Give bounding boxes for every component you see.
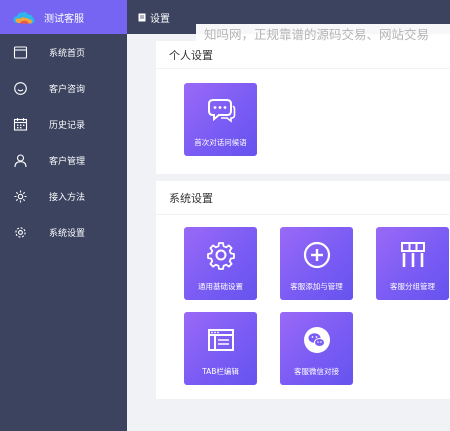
bookmark-icon <box>138 13 146 21</box>
columns-icon <box>398 240 428 270</box>
main-content: 个人设置 首次对话问候语 系统设置 通用基础设置 客服添加与管理 客服分组管理 … <box>127 34 450 431</box>
app: 测试客服 系统首页 客户咨询 历史记录 客户管理 接入方法 系统设置 设置 个人… <box>0 0 450 431</box>
tile-label: 客服微信对接 <box>294 367 339 376</box>
greeting-tile[interactable]: 首次对话问候语 <box>184 83 257 156</box>
system-settings-card: 系统设置 通用基础设置 客服添加与管理 客服分组管理 TAB栏编辑 客服微信对接 <box>156 181 450 399</box>
tile-label: 客服分组管理 <box>390 282 435 291</box>
chat-bubbles-icon <box>206 96 236 126</box>
tile-label: 通用基础设置 <box>198 282 243 291</box>
user-icon <box>13 153 28 168</box>
system-settings-title: 系统设置 <box>156 181 450 215</box>
window-icon <box>13 45 28 60</box>
brand[interactable]: 测试客服 <box>0 0 127 34</box>
calendar-icon <box>13 117 28 132</box>
sidebar-item-access[interactable]: 接入方法 <box>0 178 127 214</box>
wechat-integration-tile[interactable]: 客服微信对接 <box>280 312 353 385</box>
tab-editor-tile[interactable]: TAB栏编辑 <box>184 312 257 385</box>
sidebar-item-home[interactable]: 系统首页 <box>0 34 127 70</box>
gear-icon <box>206 240 236 270</box>
tile-label: 客服添加与管理 <box>290 282 343 291</box>
sidebar-item-history[interactable]: 历史记录 <box>0 106 127 142</box>
sidebar-item-label: 系统首页 <box>49 48 86 59</box>
personal-settings-card: 个人设置 首次对话问候语 <box>156 41 450 174</box>
sidebar: 测试客服 系统首页 客户咨询 历史记录 客户管理 接入方法 系统设置 <box>0 0 127 431</box>
cloud-logo-icon <box>13 12 35 24</box>
sidebar-item-consult[interactable]: 客户咨询 <box>0 70 127 106</box>
gear-icon <box>13 189 28 204</box>
agent-group-tile[interactable]: 客服分组管理 <box>376 227 449 300</box>
browser-window-icon <box>206 325 236 355</box>
sidebar-item-label: 客户咨询 <box>49 84 86 95</box>
tile-label: TAB栏编辑 <box>202 367 239 376</box>
agent-management-tile[interactable]: 客服添加与管理 <box>280 227 353 300</box>
sidebar-item-settings[interactable]: 系统设置 <box>0 214 127 250</box>
sidebar-item-label: 历史记录 <box>49 120 86 131</box>
sidebar-item-customers[interactable]: 客户管理 <box>0 142 127 178</box>
tile-label: 首次对话问候语 <box>194 138 247 147</box>
breadcrumb[interactable]: 设置 <box>150 10 170 25</box>
cog-icon <box>13 225 28 240</box>
brand-name: 测试客服 <box>44 13 84 25</box>
plus-circle-icon <box>302 240 332 270</box>
general-settings-tile[interactable]: 通用基础设置 <box>184 227 257 300</box>
sidebar-item-label: 系统设置 <box>49 228 86 239</box>
sidebar-item-label: 客户管理 <box>49 156 86 167</box>
smile-icon <box>13 81 28 96</box>
sidebar-item-label: 接入方法 <box>49 192 86 203</box>
watermark-banner: 知吗网，正规靠谱的源码交易、网站交易 <box>196 24 450 46</box>
wechat-icon <box>302 325 332 355</box>
